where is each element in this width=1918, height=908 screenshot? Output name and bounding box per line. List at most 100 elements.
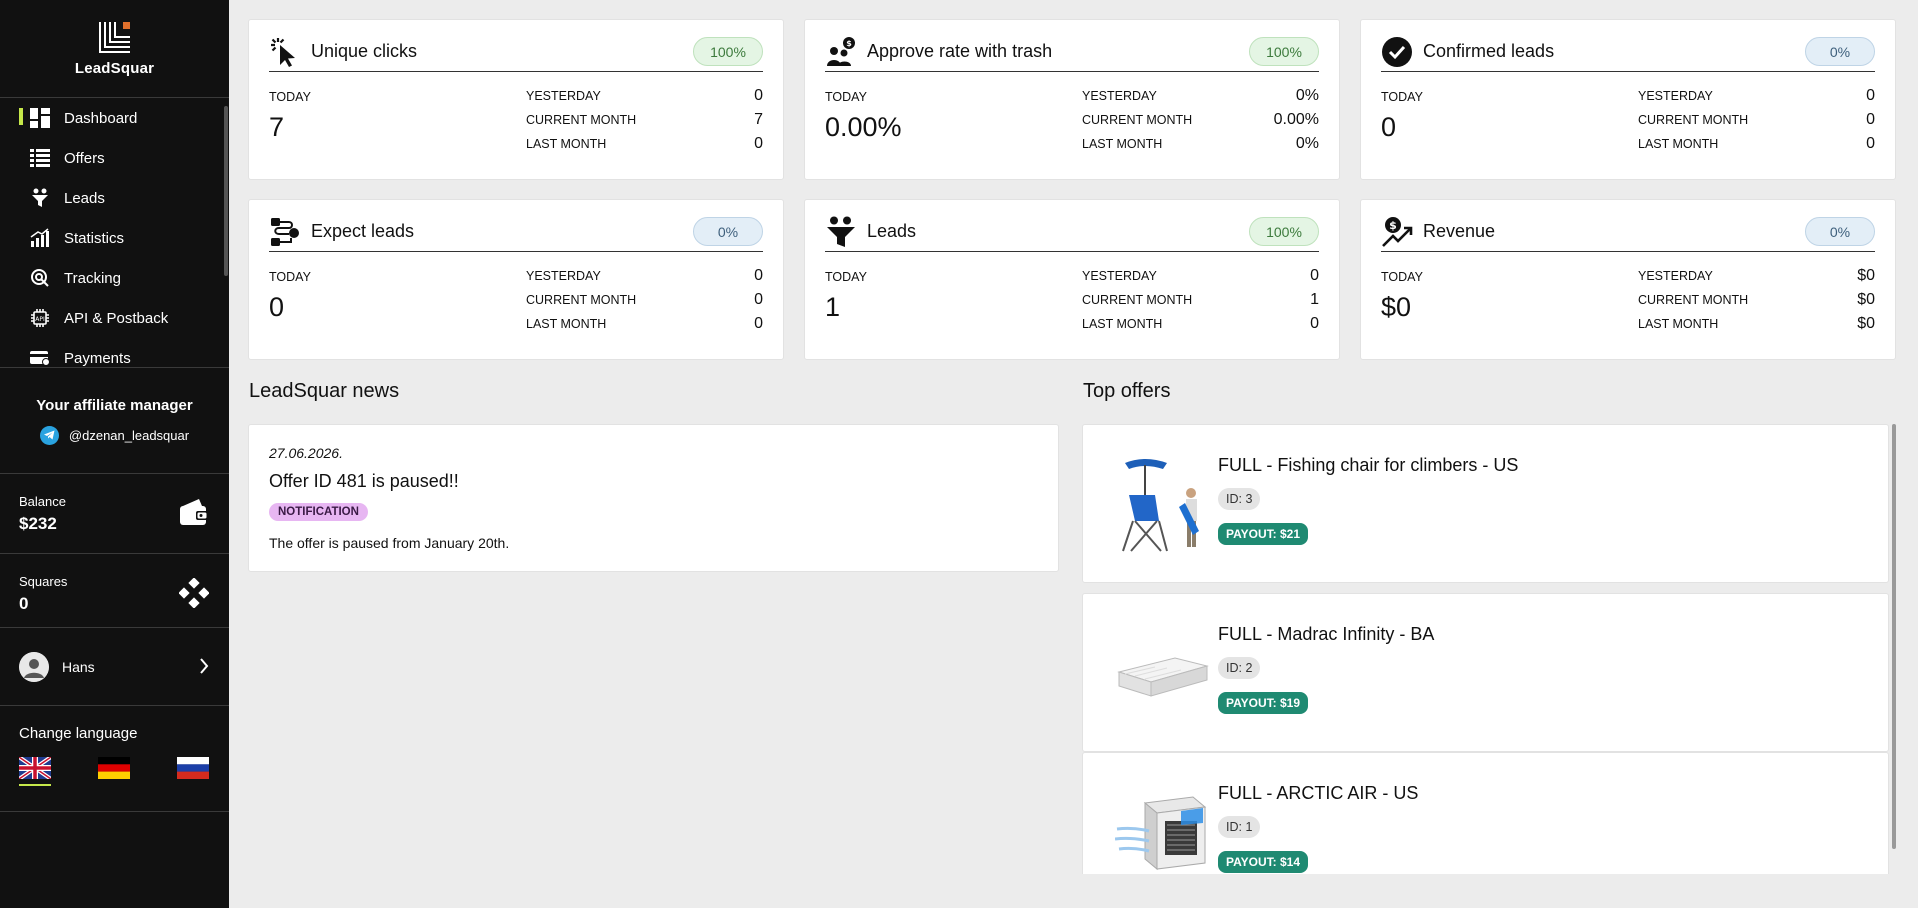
stat-badge: 0% — [1805, 217, 1875, 246]
user-name: Hans — [62, 658, 95, 675]
nav-scrollbar[interactable] — [224, 106, 228, 276]
row-value: 1 — [1310, 291, 1319, 308]
row-label: CURRENT MONTH — [1082, 293, 1193, 307]
row-label: YESTERDAY — [526, 269, 601, 283]
today-label: TODAY — [269, 90, 311, 104]
row-label: YESTERDAY — [1082, 89, 1157, 103]
row-value: 0 — [754, 291, 763, 308]
manager-handle: @dzenan_leadsquar — [68, 427, 190, 443]
nav-item-dashboard[interactable]: Dashboard — [0, 98, 229, 138]
flag-germany-icon[interactable] — [98, 757, 130, 779]
logo[interactable]: LeadSquar — [0, 0, 229, 98]
stat-card-revenue: $ Revenue 0% TODAY $0 YESTERDAY $0 CURREN… — [1360, 199, 1896, 360]
nav-item-tracking[interactable]: Tracking — [0, 258, 229, 298]
stat-title: Leads — [867, 221, 917, 241]
offer-payout-badge: PAYOUT: $14 — [1218, 851, 1309, 873]
stat-card-approve-rate: $ Approve rate with trash 100% TODAY 0.0… — [804, 19, 1340, 180]
tracking-icon — [29, 267, 51, 289]
offer-id-badge: ID: 3 — [1218, 488, 1261, 510]
squares-panel: Squares 0 — [0, 554, 229, 628]
nav-item-payments[interactable]: Payments — [0, 338, 229, 367]
row-value: 0 — [754, 135, 763, 152]
offer-card[interactable]: FULL - Madrac Infinity - BA ID: 2 PAYOUT… — [1082, 593, 1889, 752]
news-card: 27.06.2026. Offer ID 481 is paused!! NOT… — [248, 424, 1059, 572]
manager-telegram-link[interactable]: @dzenan_leadsquar — [39, 425, 190, 445]
row-value: $0 — [1857, 291, 1875, 308]
offer-payout-badge: PAYOUT: $21 — [1218, 523, 1309, 545]
flag-russia-icon[interactable] — [177, 757, 209, 779]
flag-uk-icon[interactable] — [17, 755, 53, 786]
language-switcher: Change language — [0, 706, 229, 812]
row-label: LAST MONTH — [526, 317, 607, 331]
row-value: $0 — [1857, 267, 1875, 284]
sidebar: LeadSquar Dashboard Offers Leads Statist… — [0, 0, 229, 908]
wallet-icon[interactable] — [179, 498, 209, 531]
news-section-title: LeadSquar news — [249, 380, 400, 402]
row-value: 0 — [1866, 135, 1875, 152]
row-label: LAST MONTH — [1638, 317, 1719, 331]
row-label: YESTERDAY — [1638, 89, 1713, 103]
row-value: 0 — [1866, 111, 1875, 128]
offers-section-title: Top offers — [1083, 380, 1171, 402]
today-label: TODAY — [1381, 90, 1423, 104]
revenue-growth-icon: $ — [1381, 216, 1413, 248]
dashboard-icon — [29, 107, 51, 129]
today-value: 1 — [825, 292, 841, 322]
mattress-image — [1115, 624, 1210, 722]
row-value: 0 — [1310, 267, 1319, 284]
nav-label: Statistics — [64, 229, 125, 247]
today-value: 0 — [1381, 112, 1397, 142]
row-label: LAST MONTH — [526, 137, 607, 151]
statistics-chart-icon — [29, 227, 51, 249]
affiliate-manager: Your affiliate manager @dzenan_leadsquar — [0, 368, 229, 474]
row-value: 0% — [1295, 135, 1319, 152]
stat-title: Unique clicks — [311, 41, 418, 61]
chevron-right-icon — [199, 658, 209, 679]
flow-route-icon — [269, 216, 301, 248]
offer-name[interactable]: FULL - ARCTIC AIR - US — [1218, 783, 1418, 804]
main-nav: Dashboard Offers Leads Statistics Tracki… — [0, 98, 229, 368]
row-value: 0 — [1310, 315, 1319, 332]
offers-scrollbar[interactable] — [1892, 424, 1896, 849]
row-label: YESTERDAY — [526, 89, 601, 103]
api-chip-icon: API — [29, 307, 51, 329]
nav-item-api-postback[interactable]: API API & Postback — [0, 298, 229, 338]
manager-title: Your affiliate manager — [36, 396, 193, 414]
offer-name[interactable]: FULL - Madrac Infinity - BA — [1218, 624, 1434, 645]
nav-item-statistics[interactable]: Statistics — [0, 218, 229, 258]
svg-text:API: API — [35, 316, 45, 323]
today-value: $0 — [1381, 292, 1412, 322]
stat-card-unique-clicks: Unique clicks 100% TODAY 7 YESTERDAY 0 CU… — [248, 19, 784, 180]
today-value: 0 — [269, 292, 285, 322]
news-date: 27.06.2026. — [269, 445, 343, 461]
nav-label: Offers — [64, 149, 105, 167]
nav-label: Leads — [64, 189, 105, 207]
today-label: TODAY — [825, 90, 867, 104]
row-label: CURRENT MONTH — [526, 293, 637, 307]
language-flags — [17, 755, 209, 786]
nav-item-offers[interactable]: Offers — [0, 138, 229, 178]
offer-card[interactable]: FULL - Fishing chair for climbers - US I… — [1082, 424, 1889, 583]
row-label: CURRENT MONTH — [1638, 113, 1749, 127]
row-label: YESTERDAY — [1638, 269, 1713, 283]
people-money-icon: $ — [825, 36, 857, 68]
nav-item-leads[interactable]: Leads — [0, 178, 229, 218]
offer-card[interactable]: FULL - ARCTIC AIR - US ID: 1 PAYOUT: $14 — [1082, 752, 1889, 874]
top-offers-list: FULL - Fishing chair for climbers - US I… — [1082, 424, 1896, 874]
payments-card-icon — [29, 347, 51, 367]
today-label: TODAY — [1381, 270, 1423, 284]
user-menu[interactable]: Hans — [0, 628, 229, 706]
svg-text:$: $ — [846, 39, 852, 48]
nav-label: API & Postback — [64, 309, 169, 327]
stat-card-confirmed-leads: Confirmed leads 0% TODAY 0 YESTERDAY 0 CU… — [1360, 19, 1896, 180]
offer-name[interactable]: FULL - Fishing chair for climbers - US — [1218, 455, 1518, 476]
stat-title: Expect leads — [311, 221, 415, 241]
row-label: CURRENT MONTH — [526, 113, 637, 127]
nav-label: Tracking — [64, 269, 121, 287]
fishing-chair-image — [1115, 455, 1210, 553]
telegram-icon — [39, 425, 59, 445]
check-circle-icon — [1381, 36, 1413, 68]
leads-funnel-icon — [29, 187, 51, 209]
today-label: TODAY — [825, 270, 867, 284]
stat-card-expect-leads: Expect leads 0% TODAY 0 YESTERDAY 0 CURRE… — [248, 199, 784, 360]
